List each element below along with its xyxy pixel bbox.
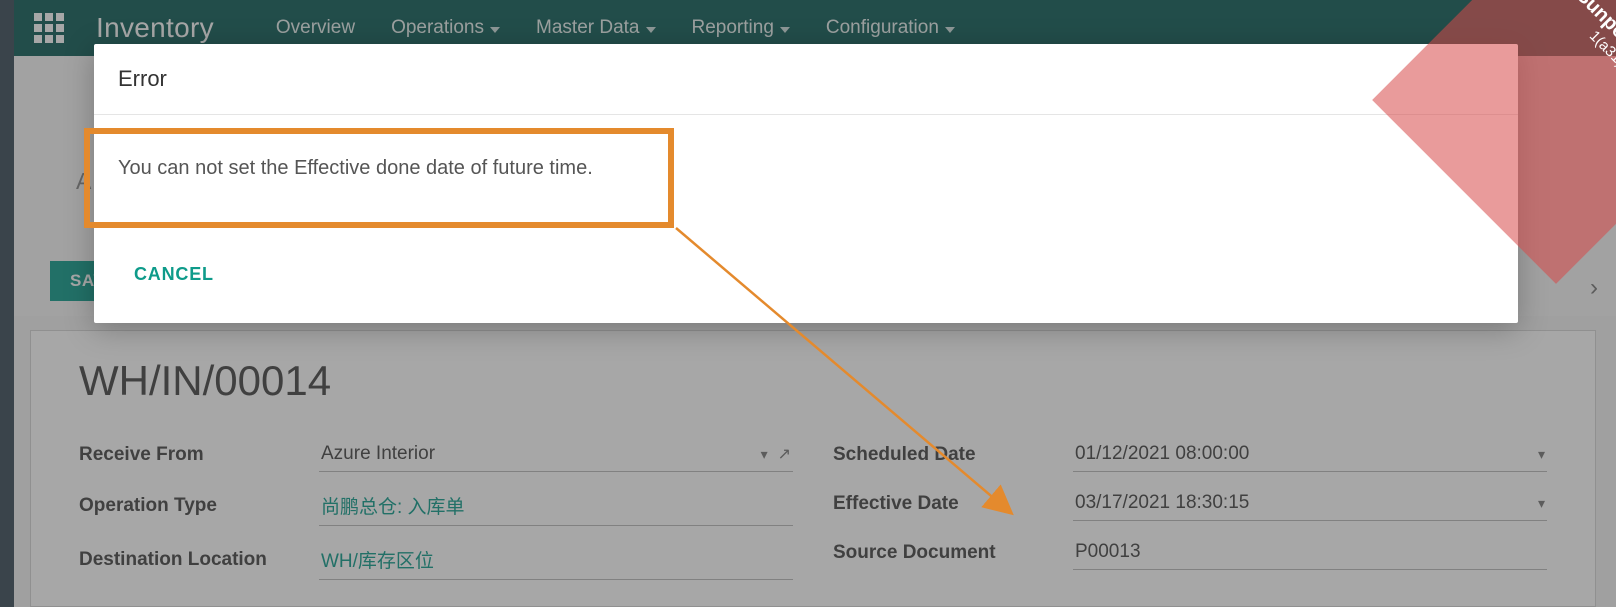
modal-message: You can not set the Effective done date … <box>118 157 593 179</box>
modal-title: Error <box>94 44 1518 115</box>
error-modal: Error You can not set the Effective done… <box>94 44 1518 323</box>
cancel-button[interactable]: CANCEL <box>118 254 230 295</box>
modal-footer: CANCEL <box>94 236 1518 323</box>
modal-body: You can not set the Effective done date … <box>94 115 1518 236</box>
